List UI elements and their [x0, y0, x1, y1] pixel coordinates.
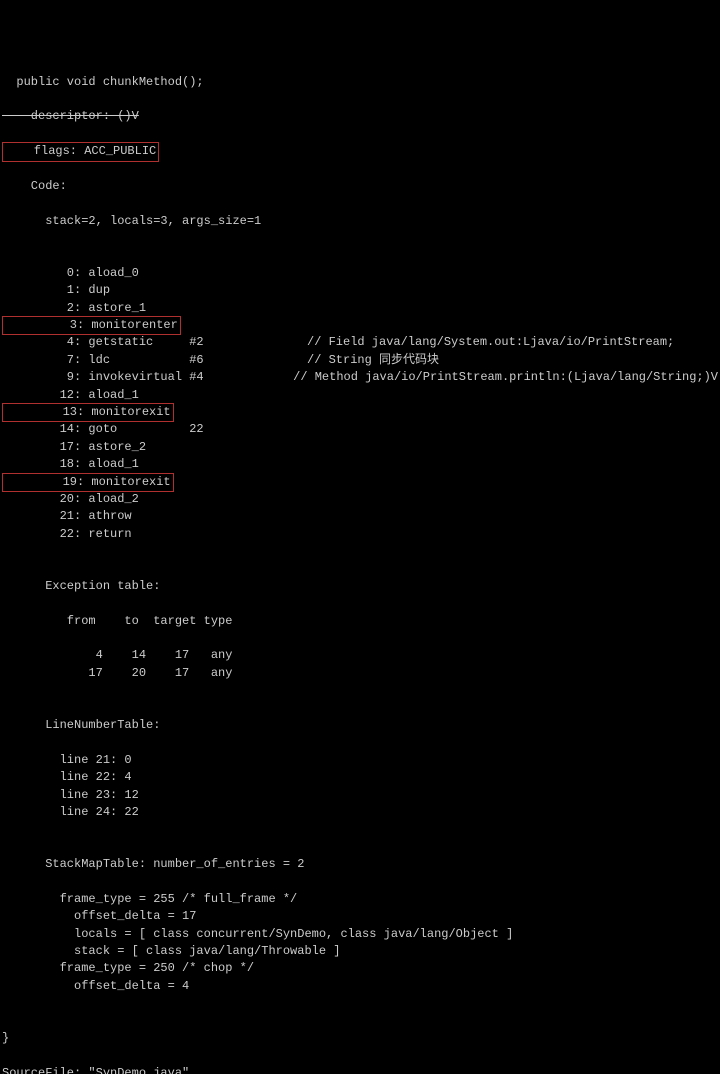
bytecode-comment: // Field java/lang/System.out:Ljava/io/P… [307, 334, 718, 351]
bytecode-instruction: 18: aload_1 [2, 456, 307, 473]
descriptor-line: descriptor: ()V [2, 108, 718, 125]
stackmap-row: locals = [ class concurrent/SynDemo, cla… [2, 926, 718, 943]
linenumber-header: LineNumberTable: [2, 717, 718, 734]
linenumber-row: line 24: 22 [2, 804, 718, 821]
stack-line: stack=2, locals=3, args_size=1 [2, 213, 718, 230]
bytecode-instruction: 3: monitorenter [2, 317, 307, 334]
bytecode-instruction: 17: astore_2 [2, 439, 307, 456]
bytecode-instruction: 1: dup [2, 282, 307, 299]
bytecode-instructions: 0: aload_0 1: dup 2: astore_1 3: monitor… [2, 265, 718, 543]
bytecode-instruction: 22: return [2, 526, 307, 543]
bytecode-comment: // String 同步代码块 [307, 352, 718, 369]
exception-table-cols: from to target type [2, 613, 718, 630]
stackmap-row: frame_type = 255 /* full_frame */ [2, 891, 718, 908]
stackmap-row: stack = [ class java/lang/Throwable ] [2, 943, 718, 960]
bytecode-instruction: 9: invokevirtual #4 [2, 369, 293, 386]
bytecode-row: 9: invokevirtual #4// Method java/io/Pri… [2, 369, 718, 386]
descriptor-text: descriptor: ()V [2, 109, 139, 123]
bytecode-row: 17: astore_2 [2, 439, 718, 456]
linenumber-row: line 21: 0 [2, 752, 718, 769]
bytecode-row: 13: monitorexit [2, 404, 718, 421]
bytecode-row: 12: aload_1 [2, 387, 718, 404]
linenumber-rows: line 21: 0 line 22: 4 line 23: 12 line 2… [2, 752, 718, 822]
bytecode-row: 19: monitorexit [2, 474, 718, 491]
code-label: Code: [2, 178, 718, 195]
sourcefile-line: SourceFile: "SynDemo.java" [2, 1065, 718, 1074]
exception-row: 17 20 17 any [2, 665, 718, 682]
highlighted-instruction: 19: monitorexit [2, 473, 174, 492]
stackmap-row: frame_type = 250 /* chop */ [2, 960, 718, 977]
bytecode-instruction: 12: aload_1 [2, 387, 307, 404]
flags-line: flags: ACC_PUBLIC [2, 143, 718, 160]
bytecode-row: 18: aload_1 [2, 456, 718, 473]
exception-row: 4 14 17 any [2, 647, 718, 664]
bytecode-row: 3: monitorenter [2, 317, 718, 334]
bytecode-instruction: 20: aload_2 [2, 491, 307, 508]
stackmap-header: StackMapTable: number_of_entries = 2 [2, 856, 718, 873]
highlighted-instruction: 13: monitorexit [2, 403, 174, 422]
bytecode-row: 22: return [2, 526, 718, 543]
closing-brace: } [2, 1030, 718, 1047]
flags-boxed: flags: ACC_PUBLIC [2, 142, 159, 161]
linenumber-row: line 23: 12 [2, 787, 718, 804]
bytecode-row: 14: goto 22 [2, 421, 718, 438]
bytecode-instruction: 14: goto 22 [2, 421, 307, 438]
bytecode-instruction: 2: astore_1 [2, 300, 307, 317]
exception-table-rows: 4 14 17 any 17 20 17 any [2, 647, 718, 682]
bytecode-row: 21: athrow [2, 508, 718, 525]
bytecode-row: 20: aload_2 [2, 491, 718, 508]
bytecode-row: 7: ldc #6// String 同步代码块 [2, 352, 718, 369]
highlighted-instruction: 3: monitorenter [2, 316, 181, 335]
stackmap-row: offset_delta = 17 [2, 908, 718, 925]
bytecode-instruction: 4: getstatic #2 [2, 334, 307, 351]
bytecode-row: 1: dup [2, 282, 718, 299]
bytecode-row: 0: aload_0 [2, 265, 718, 282]
bytecode-instruction: 13: monitorexit [2, 404, 307, 421]
stackmap-row: offset_delta = 4 [2, 978, 718, 995]
bytecode-row: 2: astore_1 [2, 300, 718, 317]
bytecode-comment: // Method java/io/PrintStream.println:(L… [293, 369, 718, 386]
method-signature: public void chunkMethod(); [2, 74, 718, 91]
bytecode-instruction: 0: aload_0 [2, 265, 307, 282]
bytecode-row: 4: getstatic #2// Field java/lang/System… [2, 334, 718, 351]
bytecode-instruction: 21: athrow [2, 508, 307, 525]
bytecode-instruction: 19: monitorexit [2, 474, 307, 491]
stackmap-rows: frame_type = 255 /* full_frame */ offset… [2, 891, 718, 995]
bytecode-instruction: 7: ldc #6 [2, 352, 307, 369]
exception-table-header: Exception table: [2, 578, 718, 595]
linenumber-row: line 22: 4 [2, 769, 718, 786]
